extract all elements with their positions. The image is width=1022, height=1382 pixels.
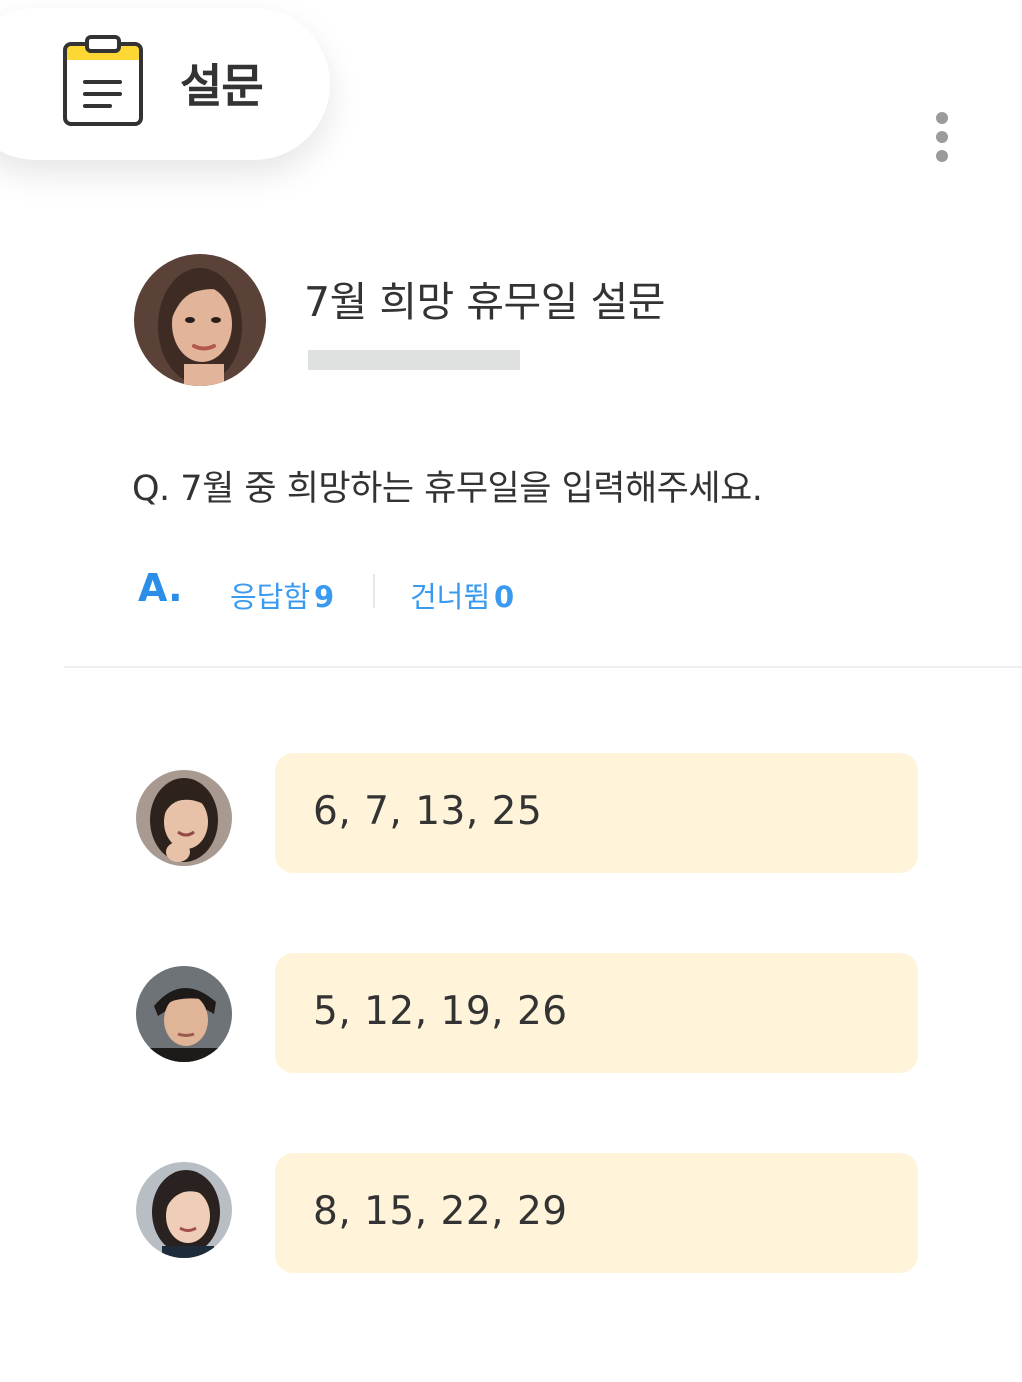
response-text: 5, 12, 19, 26 [313,989,568,1034]
header-pill [0,8,330,160]
responder-avatar [136,966,232,1062]
response-bubble: 5, 12, 19, 26 [275,953,918,1073]
author-avatar [134,254,266,386]
page-title: 설문 [180,59,264,113]
tab-responded[interactable]: 응답함 9 [230,574,334,616]
tab-responded-count: 9 [314,580,335,614]
tab-divider [373,574,375,608]
response-text: 6, 7, 13, 25 [313,789,543,834]
responder-avatar [136,1162,232,1258]
response-bubble: 6, 7, 13, 25 [275,753,918,873]
tab-skipped-count: 0 [494,580,515,614]
question-text: Q. 7월 중 희망하는 휴무일을 입력해주세요. [132,469,763,509]
more-options-button[interactable] [920,104,964,170]
answer-label: A. [138,566,183,610]
survey-title: 7월 희망 휴무일 설문 [304,278,665,326]
tab-skipped[interactable]: 건너뜀 0 [410,574,514,616]
tab-skipped-label: 건너뜀 [410,580,491,614]
subtitle-placeholder [308,350,520,370]
more-vertical-icon [936,112,948,124]
response-bubble: 8, 15, 22, 29 [275,1153,918,1273]
tab-responded-label: 응답함 [230,580,311,614]
clipboard-icon [60,34,146,128]
response-text: 8, 15, 22, 29 [313,1189,568,1234]
section-divider [64,666,1022,668]
responder-avatar [136,770,232,866]
